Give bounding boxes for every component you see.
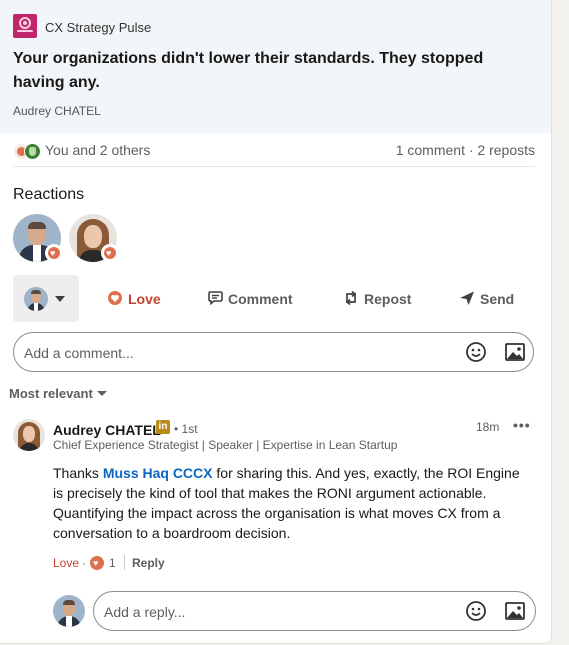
reaction-icons[interactable] bbox=[13, 143, 43, 160]
reactions-heading: Reactions bbox=[13, 186, 85, 203]
avatar bbox=[24, 287, 48, 311]
reply-composer: Add a reply... bbox=[53, 591, 537, 631]
send-icon bbox=[460, 291, 474, 305]
comment-author-headline: Chief Experience Strategist | Speaker | … bbox=[53, 438, 398, 452]
avatar bbox=[13, 419, 45, 451]
comment-reaction-count[interactable]: 1 bbox=[109, 556, 116, 570]
support-reaction-icon bbox=[24, 143, 41, 160]
divider bbox=[124, 555, 125, 570]
linkedin-premium-icon: in bbox=[156, 420, 170, 434]
post-action-bar: Love Comment Repost Send bbox=[13, 275, 541, 323]
sort-label: Most relevant bbox=[9, 386, 93, 401]
comment-author-avatar[interactable] bbox=[13, 419, 45, 451]
shared-article[interactable]: CX Strategy Pulse Your organizations did… bbox=[0, 0, 551, 133]
comment-text-start: Thanks bbox=[53, 465, 103, 481]
reactor-avatar-1[interactable] bbox=[13, 214, 63, 262]
emoji-icon[interactable] bbox=[465, 341, 487, 363]
comment-timestamp: 18m bbox=[476, 420, 500, 434]
chevron-down-icon bbox=[55, 296, 65, 302]
love-badge-icon bbox=[101, 244, 119, 262]
article-title[interactable]: Your organizations didn't lower their st… bbox=[13, 47, 533, 95]
chevron-down-icon bbox=[96, 391, 107, 396]
reactors-summary[interactable]: You and 2 others bbox=[45, 142, 150, 158]
newsletter-name[interactable]: CX Strategy Pulse bbox=[45, 20, 151, 35]
comment-input[interactable]: Add a comment... bbox=[13, 332, 534, 372]
sort-dropdown[interactable]: Most relevant bbox=[9, 386, 107, 401]
love-label: Love bbox=[128, 291, 161, 307]
article-author: Audrey CHATEL bbox=[13, 104, 101, 118]
comment-author-name[interactable]: Audrey CHATEL bbox=[53, 422, 161, 438]
comments-reposts-count[interactable]: 1 comment · 2 reposts bbox=[396, 142, 535, 158]
more-options-icon[interactable]: ••• bbox=[513, 417, 531, 433]
connection-degree: • 1st bbox=[174, 422, 198, 436]
love-icon bbox=[108, 291, 122, 305]
comment-input-placeholder: Add a comment... bbox=[24, 345, 134, 361]
emoji-icon[interactable] bbox=[465, 600, 487, 622]
reply-input-placeholder: Add a reply... bbox=[104, 604, 186, 620]
comment-text: Thanks Muss Haq CCCX for sharing this. A… bbox=[53, 463, 525, 543]
comment-item: Audrey CHATEL in • 1st Chief Experience … bbox=[13, 417, 539, 619]
post-card: CX Strategy Pulse Your organizations did… bbox=[0, 0, 552, 644]
reply-button[interactable]: Reply bbox=[132, 556, 165, 570]
repost-icon bbox=[345, 290, 357, 306]
avatar bbox=[53, 595, 85, 627]
newsletter-logo bbox=[13, 14, 37, 38]
send-label: Send bbox=[480, 291, 515, 307]
comment-love-button[interactable]: Love bbox=[53, 556, 79, 570]
social-counts-bar: You and 2 others 1 comment · 2 reposts bbox=[13, 142, 535, 160]
comment-label: Comment bbox=[228, 291, 293, 307]
reply-input[interactable]: Add a reply... bbox=[93, 591, 536, 631]
repost-label: Repost bbox=[364, 291, 412, 307]
love-badge-icon bbox=[45, 244, 63, 262]
mention-link[interactable]: Muss Haq CCCX bbox=[103, 465, 213, 481]
current-user-avatar bbox=[53, 595, 85, 627]
comment-icon bbox=[208, 291, 223, 306]
actor-switcher-button[interactable] bbox=[13, 275, 79, 322]
image-icon[interactable] bbox=[504, 600, 526, 622]
reactor-avatar-2[interactable] bbox=[69, 214, 119, 262]
divider bbox=[13, 166, 535, 167]
image-icon[interactable] bbox=[504, 341, 526, 363]
separator-dot: · bbox=[82, 556, 86, 570]
love-icon bbox=[90, 556, 104, 570]
